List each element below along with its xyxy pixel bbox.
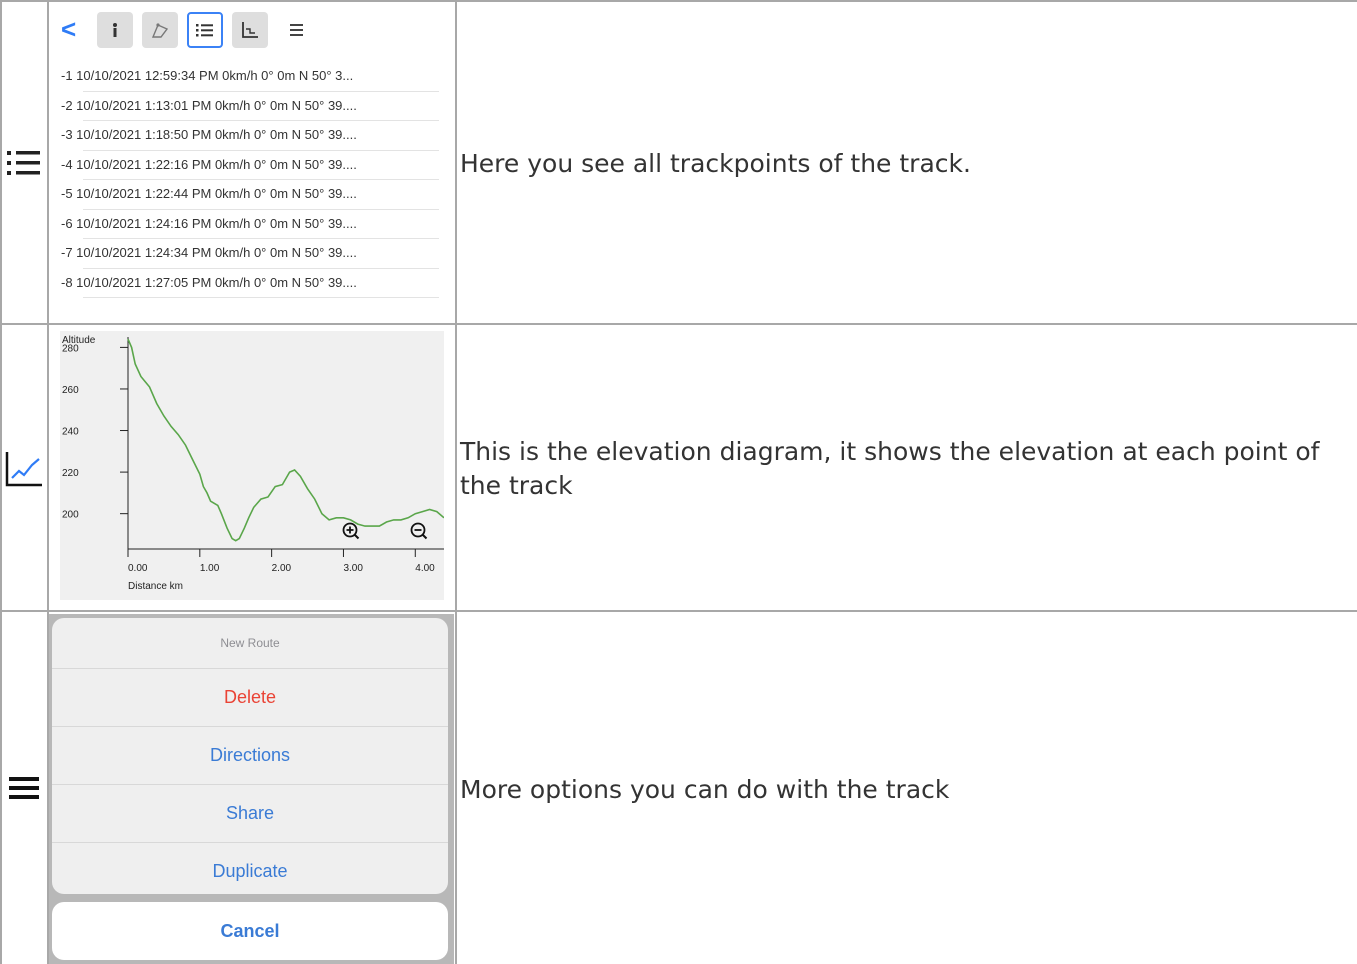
chart-y-tick-label: 220 <box>62 468 79 479</box>
list-item[interactable]: -8 10/10/2021 1:27:05 PM 0km/h 0° 0m N 5… <box>61 269 439 298</box>
list-item[interactable]: -6 10/10/2021 1:24:16 PM 0km/h 0° 0m N 5… <box>61 210 439 239</box>
trackpoint-label: -3 10/10/2021 1:18:50 PM 0km/h 0° 0m N 5… <box>61 127 357 142</box>
track-list-screenshot: < -1 10/10/2021 12:59:34 PM 0km/h 0° 0m … <box>53 3 451 321</box>
list-item[interactable]: -3 10/10/2021 1:18:50 PM 0km/h 0° 0m N 5… <box>61 121 439 151</box>
row-description: Here you see all trackpoints of the trac… <box>460 149 971 178</box>
cancel-button[interactable]: Cancel <box>52 902 448 960</box>
chart-xlabel: Distance km <box>128 581 183 592</box>
share-button[interactable]: Share <box>52 784 448 842</box>
table-border-row1 <box>0 323 1357 325</box>
chart-icon[interactable] <box>232 12 268 48</box>
elevation-chart: 200 220 240 260 280 0.00 1.00 2.00 3.00 4.00 Alti… <box>60 331 444 600</box>
action-sheet: New Route Delete Directions Share Duplic… <box>49 614 454 964</box>
trackpoint-label: -8 10/10/2021 1:27:05 PM 0km/h 0° 0m N 5… <box>61 274 357 290</box>
trackpoint-list: -1 10/10/2021 12:59:34 PM 0km/h 0° 0m N … <box>61 62 439 298</box>
zoom-out-icon[interactable] <box>410 522 428 540</box>
elevation-chart-icon <box>0 325 48 612</box>
row-description: More options you can do with the track <box>460 775 950 804</box>
back-button[interactable]: < <box>61 14 91 44</box>
row-description: This is the elevation diagram, it shows … <box>460 437 1320 500</box>
chart-y-tick-label: 240 <box>62 427 79 438</box>
trackpoint-label: -7 10/10/2021 1:24:34 PM 0km/h 0° 0m N 5… <box>61 245 357 260</box>
trackpoint-label: -4 10/10/2021 1:22:16 PM 0km/h 0° 0m N 5… <box>61 156 357 172</box>
chart-y-tick-label: 260 <box>62 385 79 396</box>
list-icon[interactable] <box>187 12 223 48</box>
table-border-row2 <box>0 610 1357 612</box>
table-border-col2 <box>455 0 457 964</box>
chart-ylabel: Altitude <box>62 335 96 346</box>
trackpoint-label: -2 10/10/2021 1:13:01 PM 0km/h 0° 0m N 5… <box>61 97 357 113</box>
menu-icon[interactable] <box>287 15 317 45</box>
chart-x-tick-label: 3.00 <box>343 563 363 574</box>
trackpoint-label: -5 10/10/2021 1:22:44 PM 0km/h 0° 0m N 5… <box>61 186 357 201</box>
menu-icon <box>0 612 48 964</box>
list-icon <box>0 0 48 325</box>
chart-x-tick-label: 1.00 <box>200 563 220 574</box>
chart-series-line <box>127 338 444 542</box>
route-icon[interactable] <box>142 12 178 48</box>
chart-x-tick-label: 0.00 <box>128 563 148 574</box>
list-item[interactable]: -1 10/10/2021 12:59:34 PM 0km/h 0° 0m N … <box>61 62 439 92</box>
delete-button[interactable]: Delete <box>52 668 448 726</box>
track-toolbar: < <box>61 9 441 49</box>
trackpoint-label: -1 10/10/2021 12:59:34 PM 0km/h 0° 0m N … <box>61 68 354 83</box>
list-item[interactable]: -7 10/10/2021 1:24:34 PM 0km/h 0° 0m N 5… <box>61 239 439 269</box>
chart-y-tick-label: 200 <box>62 510 79 521</box>
info-icon[interactable] <box>97 12 133 48</box>
chart-x-tick-label: 2.00 <box>272 563 292 574</box>
list-item[interactable]: -2 10/10/2021 1:13:01 PM 0km/h 0° 0m N 5… <box>61 92 439 121</box>
list-item[interactable]: -4 10/10/2021 1:22:16 PM 0km/h 0° 0m N 5… <box>61 151 439 180</box>
zoom-in-icon[interactable] <box>342 522 360 540</box>
chart-x-tick-label: 4.00 <box>415 563 435 574</box>
table-border-top <box>0 0 1357 2</box>
list-item[interactable]: -5 10/10/2021 1:22:44 PM 0km/h 0° 0m N 5… <box>61 180 439 210</box>
duplicate-button[interactable]: Duplicate <box>52 842 448 894</box>
trackpoint-label: -6 10/10/2021 1:24:16 PM 0km/h 0° 0m N 5… <box>61 215 357 231</box>
action-sheet-title: New Route <box>220 636 280 650</box>
directions-button[interactable]: Directions <box>52 726 448 784</box>
action-sheet-group: New Route Delete Directions Share Duplic… <box>52 618 448 894</box>
